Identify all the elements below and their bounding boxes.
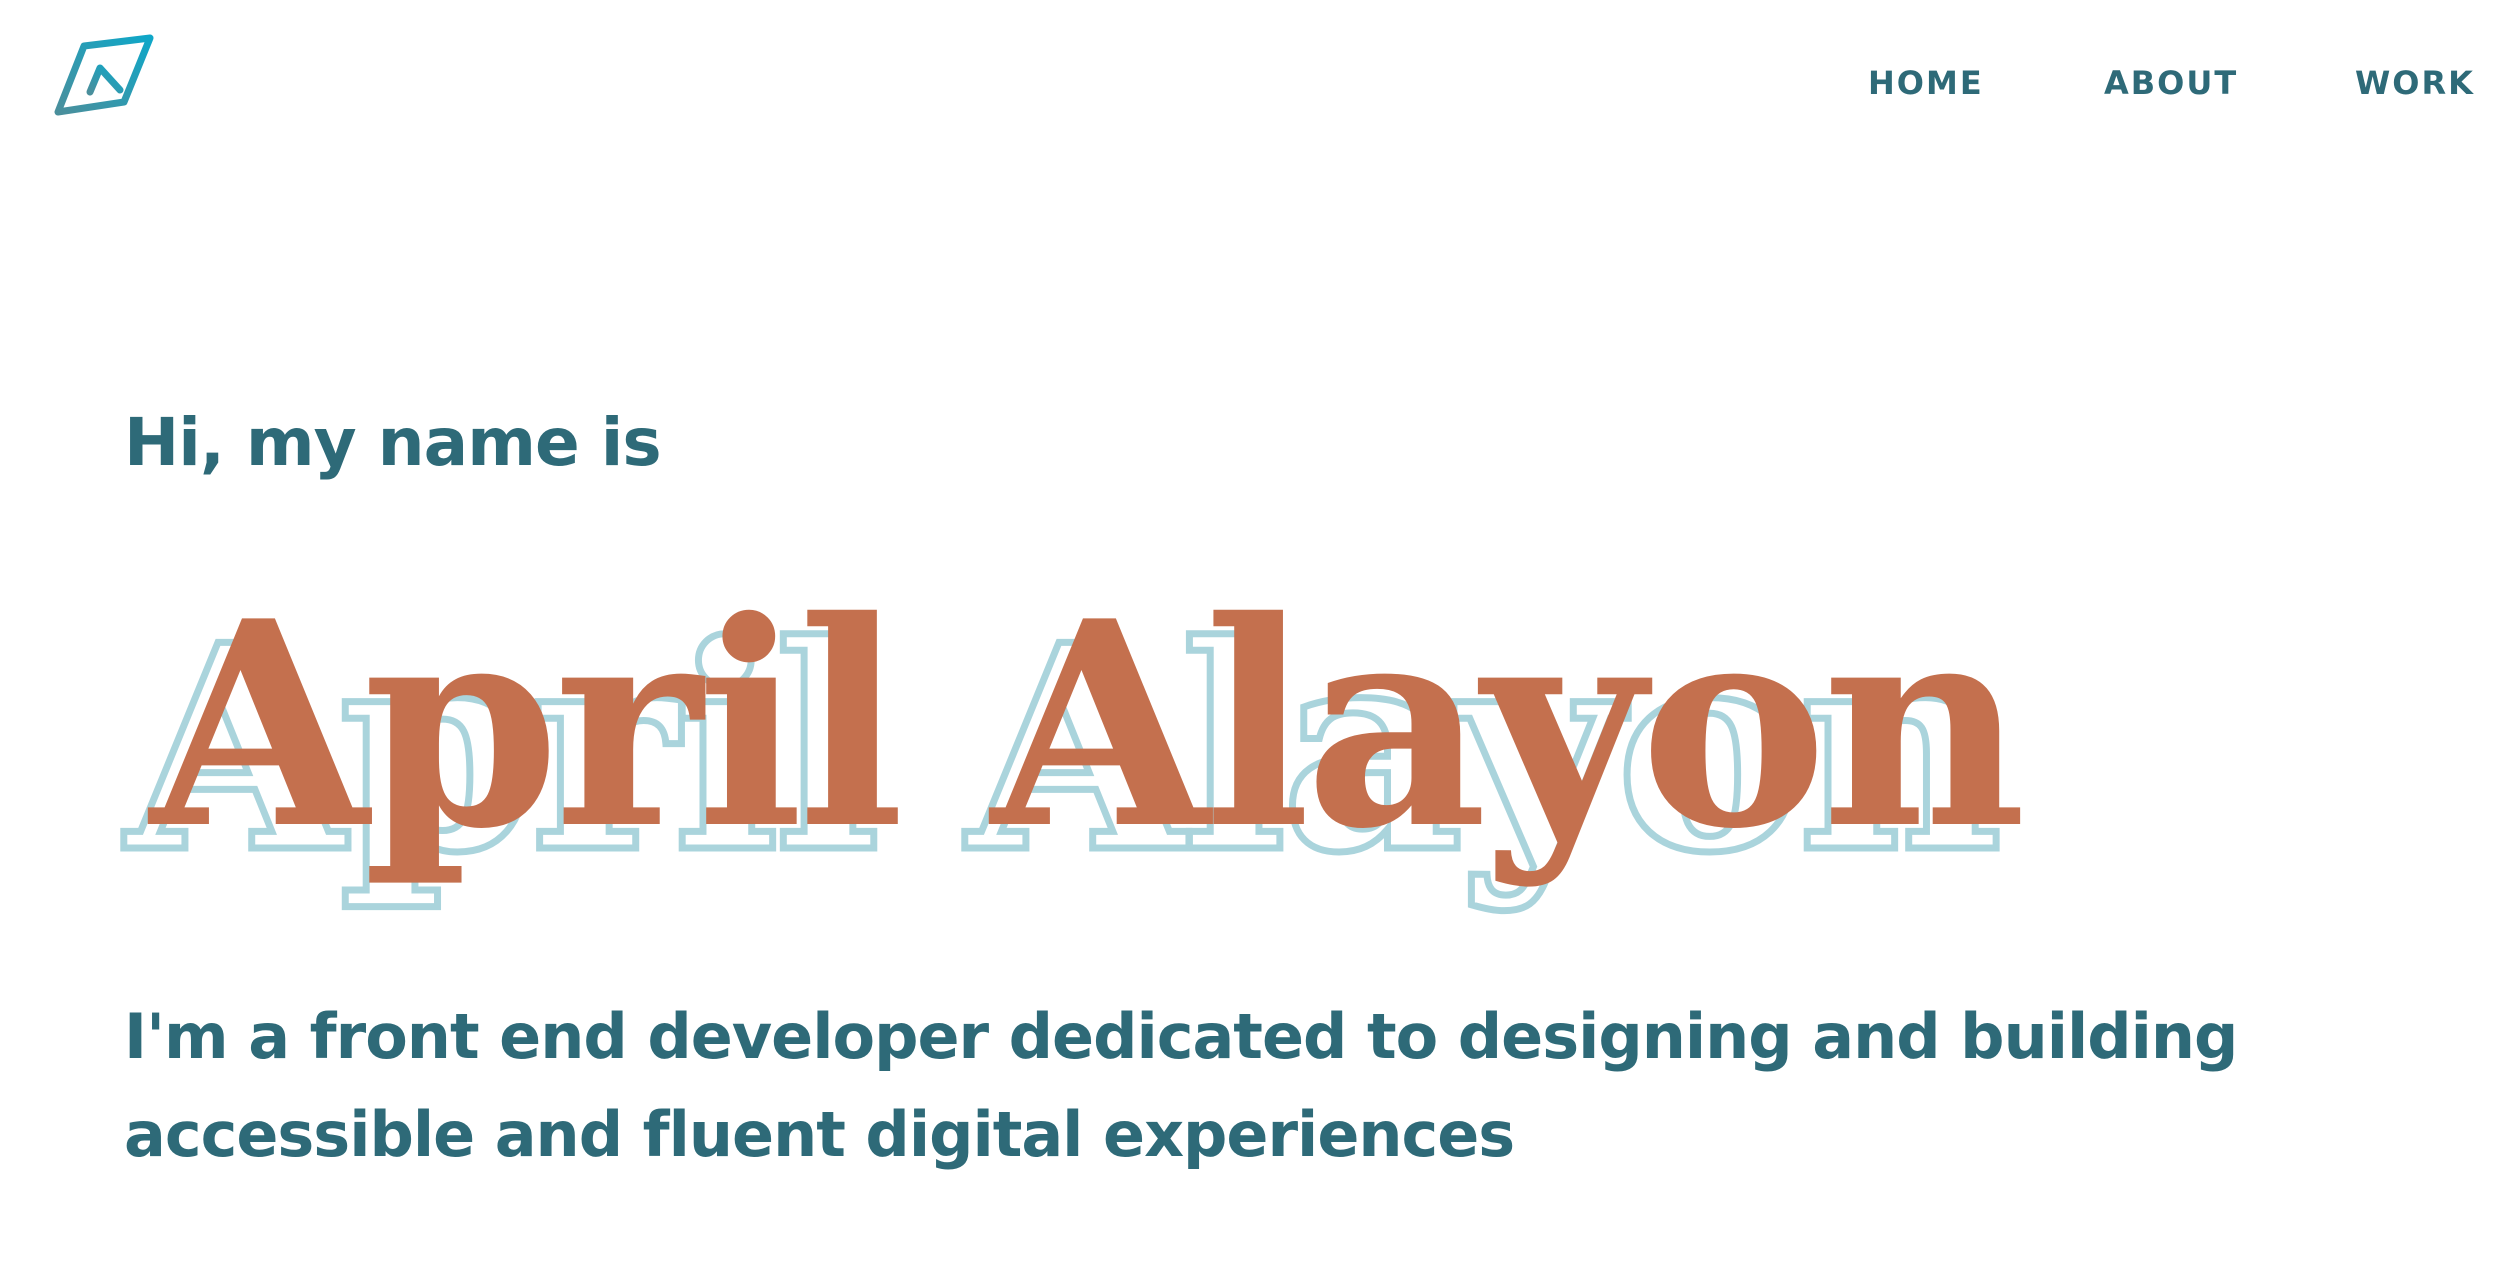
tagline-line-2: accessible and fluent digital experience… — [124, 1098, 1515, 1171]
hero-tagline: I'm a front end developer dedicated to d… — [124, 988, 2424, 1184]
greeting-text: Hi, my name is — [124, 404, 662, 481]
hero-name-heading: April Alayon — [150, 559, 2027, 891]
main-nav: HOME ABOUT WORK — [0, 58, 2510, 108]
hero-name: April Alayon April Alayon — [123, 559, 2450, 960]
nav-about-link[interactable]: ABOUT — [2104, 58, 2238, 108]
tagline-line-1: I'm a front end developer dedicated to d… — [124, 1000, 2238, 1073]
nav-work-link[interactable]: WORK — [2355, 58, 2475, 108]
nav-home-link[interactable]: HOME — [1868, 58, 1984, 108]
